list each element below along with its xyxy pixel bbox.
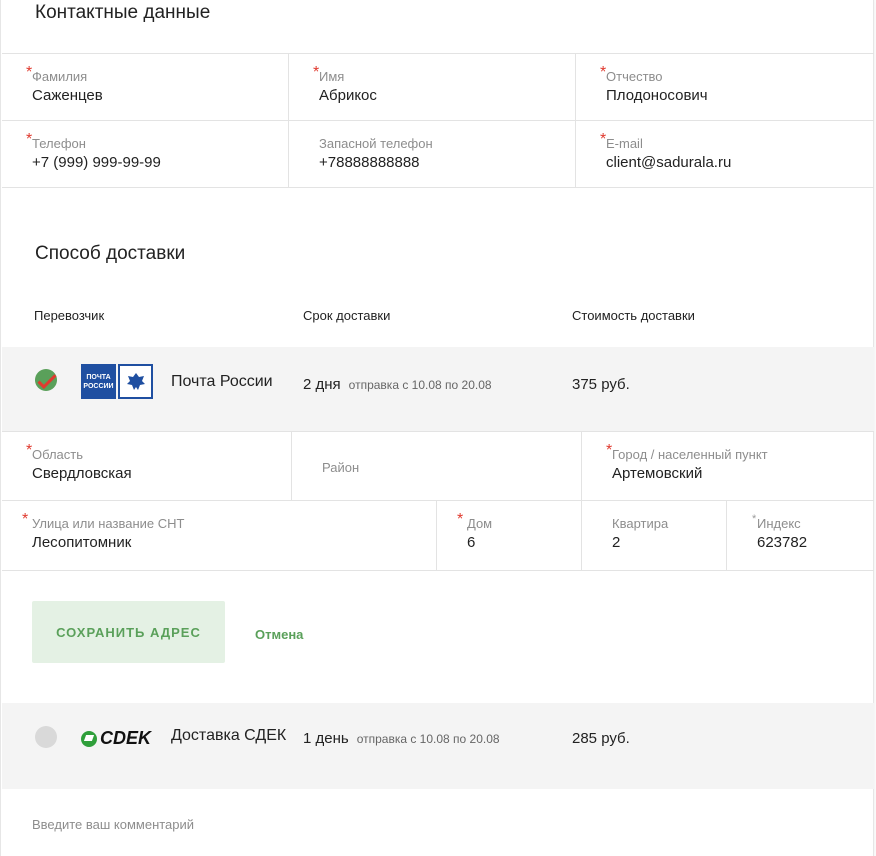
radio-selected-icon[interactable] [35,369,57,391]
region-label: * Область [26,442,84,462]
cdek-logo-icon: CDEK [81,728,151,749]
contact-row-phone: * Телефон +7 (999) 999-99-99 Запасной тел… [2,121,874,188]
comment-input[interactable]: Введите ваш комментарий [32,817,194,832]
street-label: * Улица или название СНТ [22,511,185,531]
house-label: * Дом [457,511,493,531]
house-value: 6 [467,534,476,551]
column-cost: Стоимость доставки [572,308,695,323]
cancel-link[interactable]: Отмена [255,627,303,642]
email-field[interactable]: * E-mail client@sadurala.ru [576,121,874,187]
carrier-name: Почта России [171,373,273,390]
checkout-card: Контактные данные * Фамилия Саженцев * Имя… [0,0,874,856]
last-name-label: * Фамилия [26,64,88,84]
contact-grid: * Фамилия Саженцев * Имя Абрикос * Отчество… [2,53,874,188]
zip-field[interactable]: * Индекс 623782 [727,501,874,570]
delivery-section-title: Способ доставки [35,243,186,264]
zip-value: 623782 [757,534,808,551]
delivery-price: 285 руб. [572,730,630,747]
first-name-field[interactable]: * Имя Абрикос [289,54,576,120]
carrier-name: Доставка СДЕК [171,727,287,744]
email-value: client@sadurala.ru [606,154,732,171]
district-placeholder: Район [322,460,360,475]
pochta-logo-icon: ПОЧТА РОССИИ [81,364,153,399]
patronymic-label: * Отчество [600,64,663,84]
phone-value: +7 (999) 999-99-99 [32,154,161,171]
zip-label: * Индекс [752,513,801,531]
flat-value: 2 [612,534,621,551]
flat-label: Квартира [612,516,669,531]
last-name-value: Саженцев [32,87,103,104]
delivery-price: 375 руб. [572,376,630,393]
contact-row-name: * Фамилия Саженцев * Имя Абрикос * Отчество… [2,54,874,121]
region-field[interactable]: * Область Свердловская [2,432,292,500]
delivery-option-cdek[interactable]: CDEK Доставка СДЕК 1 день отправка с 10.0… [2,703,874,789]
address-grid: * Область Свердловская Район * Город / нас… [2,432,874,571]
address-row-2: * Улица или название СНТ Лесопитомник * До… [2,501,874,571]
first-name-value: Абрикос [319,87,377,104]
flat-field[interactable]: Квартира 2 [582,501,727,570]
city-value: Артемовский [612,465,703,482]
delivery-term: 2 дня отправка с 10.08 по 20.08 [303,376,492,393]
region-value: Свердловская [32,465,132,482]
city-field[interactable]: * Город / населенный пункт Артемовский [582,432,874,500]
city-label: * Город / населенный пункт [606,442,768,462]
contact-section-title: Контактные данные [35,2,211,23]
delivery-term: 1 день отправка с 10.08 по 20.08 [303,730,500,747]
save-address-button[interactable]: СОХРАНИТЬ АДРЕС [32,601,225,663]
phone-field[interactable]: * Телефон +7 (999) 999-99-99 [2,121,289,187]
delivery-option-pochta[interactable]: ПОЧТА РОССИИ Почта России 2 дня отправка … [2,347,874,432]
street-value: Лесопитомник [32,534,132,551]
first-name-label: * Имя [313,64,345,84]
radio-unselected-icon[interactable] [35,726,57,748]
phone-label: * Телефон [26,131,86,151]
patronymic-field[interactable]: * Отчество Плодоносович [576,54,874,120]
column-carrier: Перевозчик [34,308,105,323]
alt-phone-field[interactable]: Запасной телефон +78888888888 [289,121,576,187]
last-name-field[interactable]: * Фамилия Саженцев [2,54,289,120]
patronymic-value: Плодоносович [606,87,708,104]
email-label: * E-mail [600,131,643,151]
street-field[interactable]: * Улица или название СНТ Лесопитомник [2,501,437,570]
address-row-1: * Область Свердловская Район * Город / нас… [2,432,874,501]
district-field[interactable]: Район [292,432,582,500]
alt-phone-value: +78888888888 [319,154,420,171]
column-term: Срок доставки [303,308,391,323]
alt-phone-label: Запасной телефон [319,136,433,151]
house-field[interactable]: * Дом 6 [437,501,582,570]
